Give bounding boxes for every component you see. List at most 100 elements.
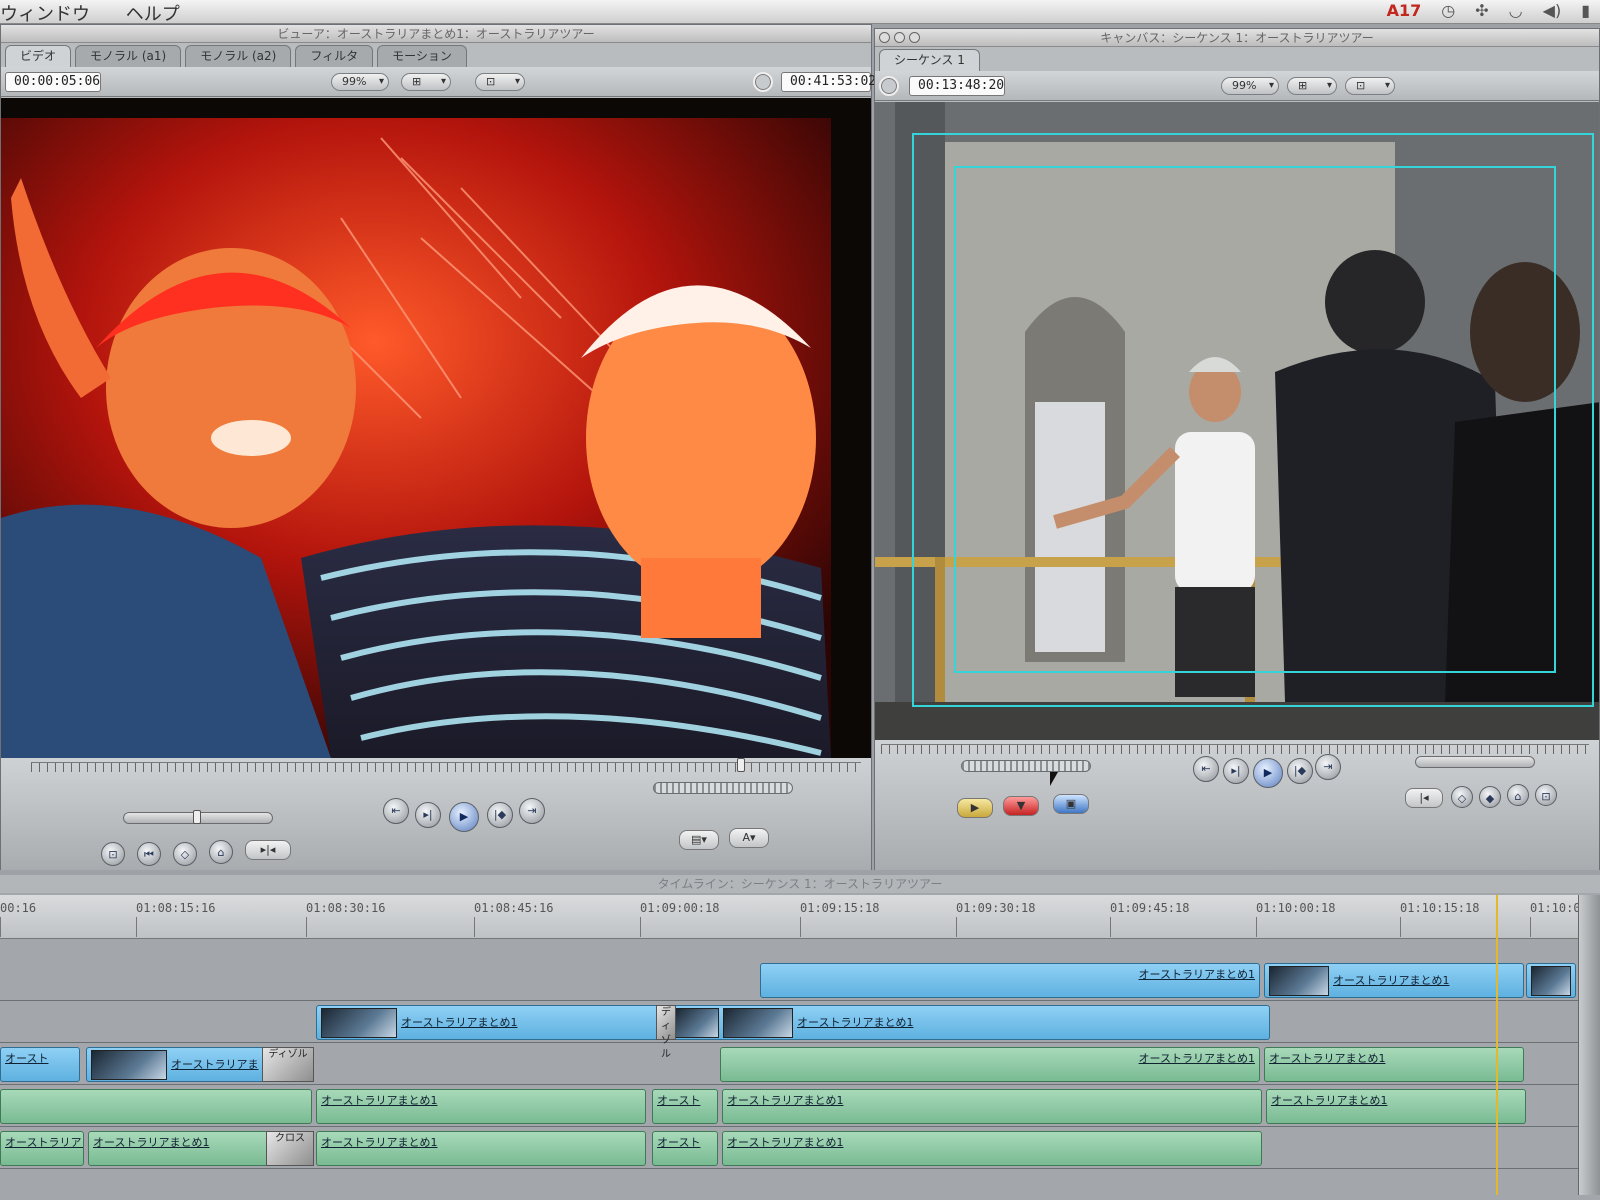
tab-mono-a2[interactable]: モノラル (a2): [185, 45, 292, 67]
tab-motion[interactable]: モーション: [377, 45, 467, 67]
viewer-video-frame[interactable]: [1, 98, 871, 758]
timeline-ruler[interactable]: 00:16 01:08:15:16 01:08:30:16 01:08:45:1…: [0, 895, 1600, 939]
timeline-clip[interactable]: オースト: [652, 1131, 718, 1166]
ruler-tick: 01:08:45:16: [474, 901, 554, 937]
overwrite-edit-button[interactable]: ▼: [1003, 796, 1039, 816]
viewer-play-around-button[interactable]: |◆: [487, 802, 513, 828]
canvas-view-popup[interactable]: ⊞: [1287, 77, 1337, 95]
menu-help[interactable]: ヘルプ: [126, 4, 180, 25]
viewer-recent-clips-popup[interactable]: ▤▾: [679, 830, 719, 850]
canvas-frame-image: [875, 102, 1599, 740]
clip-label: オーストラリアまとめ1: [321, 1094, 438, 1107]
timeline-clip[interactable]: オーストラリアまとめ1: [316, 1089, 646, 1124]
ruler-tick: 01:10:15:18: [1400, 901, 1480, 937]
timeline-clip[interactable]: オーストラリアまとめ1: [316, 1131, 646, 1166]
viewer-play-button[interactable]: ▶: [449, 802, 479, 832]
replace-edit-button[interactable]: ▣: [1053, 794, 1089, 814]
clip-thumbnail: [1269, 966, 1329, 996]
zoom-button[interactable]: [909, 32, 920, 43]
timeline-clip[interactable]: オーストラリアまとめ1: [760, 963, 1260, 998]
menu-bar: ウィンドウ ヘルプ A17 ◷ ✣ ◡ ◀) ▮: [0, 0, 1600, 25]
viewer-duration-clock-icon: [753, 72, 773, 92]
timeline-scrollbar[interactable]: [1578, 895, 1600, 1195]
tab-filters[interactable]: フィルタ: [295, 45, 374, 67]
clip-thumbnail: [321, 1008, 397, 1038]
canvas-add-marker-button[interactable]: ◆: [1479, 786, 1501, 808]
canvas-play-around-button[interactable]: |◆: [1287, 758, 1313, 784]
viewer-play-in-out-button[interactable]: ▸|: [415, 802, 441, 828]
clip-label: オースト: [657, 1136, 701, 1149]
canvas-shuttle-control[interactable]: [1415, 756, 1535, 768]
timeline-clip[interactable]: オーストラリアま: [0, 1131, 84, 1166]
viewer-go-prev-edit-button[interactable]: ⇤: [383, 798, 409, 824]
viewer-overlay-popup[interactable]: ⊡: [475, 73, 525, 91]
close-button[interactable]: [879, 32, 890, 43]
clip-label: オーストラリアまとめ1: [1333, 974, 1450, 987]
timeline-track-video-lower: オースト オーストラリアま ディゾル オーストラリアまとめ1 オーストラリアまと…: [0, 1045, 1600, 1085]
canvas-scrubber-bar[interactable]: [881, 744, 1589, 754]
canvas-mark-in-out-button[interactable]: |◂: [1405, 788, 1443, 808]
wifi-icon[interactable]: ◡: [1509, 1, 1523, 20]
battery-icon[interactable]: ▮: [1581, 1, 1590, 20]
timeline-clip[interactable]: [0, 1089, 312, 1124]
timeline-clip[interactable]: オーストラリアまとめ1: [1264, 1047, 1524, 1082]
viewer-match-frame-button[interactable]: ⊡: [101, 842, 125, 866]
volume-icon[interactable]: ◀): [1543, 1, 1562, 20]
tab-video[interactable]: ビデオ: [5, 45, 72, 67]
canvas-zoom-popup[interactable]: 99%: [1221, 77, 1279, 95]
ruler-tick: 01:10:00:18: [1256, 901, 1336, 937]
tab-sequence-1[interactable]: シーケンス 1: [879, 49, 980, 71]
timeline-clip[interactable]: オーストラリアまとめ1: [88, 1131, 268, 1166]
timeline-clip[interactable]: [1526, 963, 1576, 998]
canvas-add-keyframe-button[interactable]: ⌂: [1507, 784, 1529, 806]
dissolve-transition[interactable]: ディゾル: [262, 1047, 314, 1082]
viewer-mark-in-out-button[interactable]: ▸|◂: [245, 840, 291, 860]
viewer-jog-control[interactable]: [653, 782, 793, 794]
timeline-clip[interactable]: オースト: [0, 1047, 80, 1082]
timeline-clip[interactable]: オースト: [652, 1089, 718, 1124]
viewer-mark-clip-button[interactable]: ◇: [173, 842, 197, 866]
timeline-clip[interactable]: オーストラリアまとめ1: [722, 1089, 1262, 1124]
canvas-video-frame[interactable]: [875, 102, 1599, 740]
viewer-in-timecode[interactable]: 00:00:05:06: [5, 72, 101, 92]
canvas-match-frame-button[interactable]: ⊡: [1535, 784, 1557, 806]
timeline-clip[interactable]: オーストラリアまとめ1: [720, 1047, 1260, 1082]
viewer-view-popup[interactable]: ⊞: [401, 73, 451, 91]
timeline-clip[interactable]: オーストラリアま: [86, 1047, 266, 1082]
canvas-play-button[interactable]: ▶: [1253, 758, 1283, 788]
adobe-updater-icon[interactable]: A17: [1387, 1, 1422, 20]
canvas-play-in-out-button[interactable]: ▸|: [1223, 758, 1249, 784]
minimize-button[interactable]: [894, 32, 905, 43]
timeline-playhead[interactable]: [1496, 895, 1498, 1195]
cross-fade-transition[interactable]: クロス: [266, 1131, 314, 1166]
insert-edit-button[interactable]: ▶: [957, 798, 993, 818]
time-machine-icon[interactable]: ◷: [1441, 1, 1455, 20]
timeline-clip[interactable]: オーストラリアまとめ1: [1264, 963, 1524, 998]
canvas-go-next-edit-button[interactable]: ⇥: [1315, 754, 1341, 780]
viewer-zoom-popup[interactable]: 99%: [331, 73, 389, 91]
canvas-jog-control[interactable]: [961, 760, 1091, 772]
timeline-clip[interactable]: オーストラリアまとめ1: [1266, 1089, 1526, 1124]
timeline-clip[interactable]: オーストラリアまとめ1: [316, 1005, 666, 1040]
dissolve-transition[interactable]: ディゾル: [656, 1005, 676, 1060]
adobe-badge-count: 17: [1399, 1, 1422, 20]
viewer-add-marker-button[interactable]: ⌂: [209, 840, 233, 864]
tab-mono-a1[interactable]: モノラル (a1): [75, 45, 182, 67]
canvas-timecode[interactable]: 00:13:48:20: [909, 76, 1005, 96]
viewer-duration-timecode[interactable]: 00:41:53:02: [781, 72, 876, 92]
viewer-generator-popup[interactable]: A▾: [729, 828, 769, 848]
clip-thumbnail: [723, 1008, 793, 1038]
timeline-clip[interactable]: オーストラリアまとめ1: [722, 1131, 1262, 1166]
canvas-overlay-popup[interactable]: ⊡: [1345, 77, 1395, 95]
menu-window[interactable]: ウィンドウ: [0, 4, 90, 25]
ruler-tick: 00:16: [0, 901, 37, 937]
timeline-clip[interactable]: オーストラリアまとめ1: [670, 1005, 1270, 1040]
viewer-shuttle-knob[interactable]: [193, 810, 201, 824]
canvas-go-prev-edit-button[interactable]: ⇤: [1193, 756, 1219, 782]
viewer-go-next-edit-button[interactable]: ⇥: [519, 798, 545, 824]
canvas-mark-clip-button[interactable]: ◇: [1451, 786, 1473, 808]
clip-thumbnail: [675, 1008, 719, 1038]
viewer-playhead-marker[interactable]: [737, 758, 745, 772]
viewer-mark-in-button[interactable]: ⏮: [137, 842, 161, 866]
bluetooth-icon[interactable]: ✣: [1475, 1, 1488, 20]
